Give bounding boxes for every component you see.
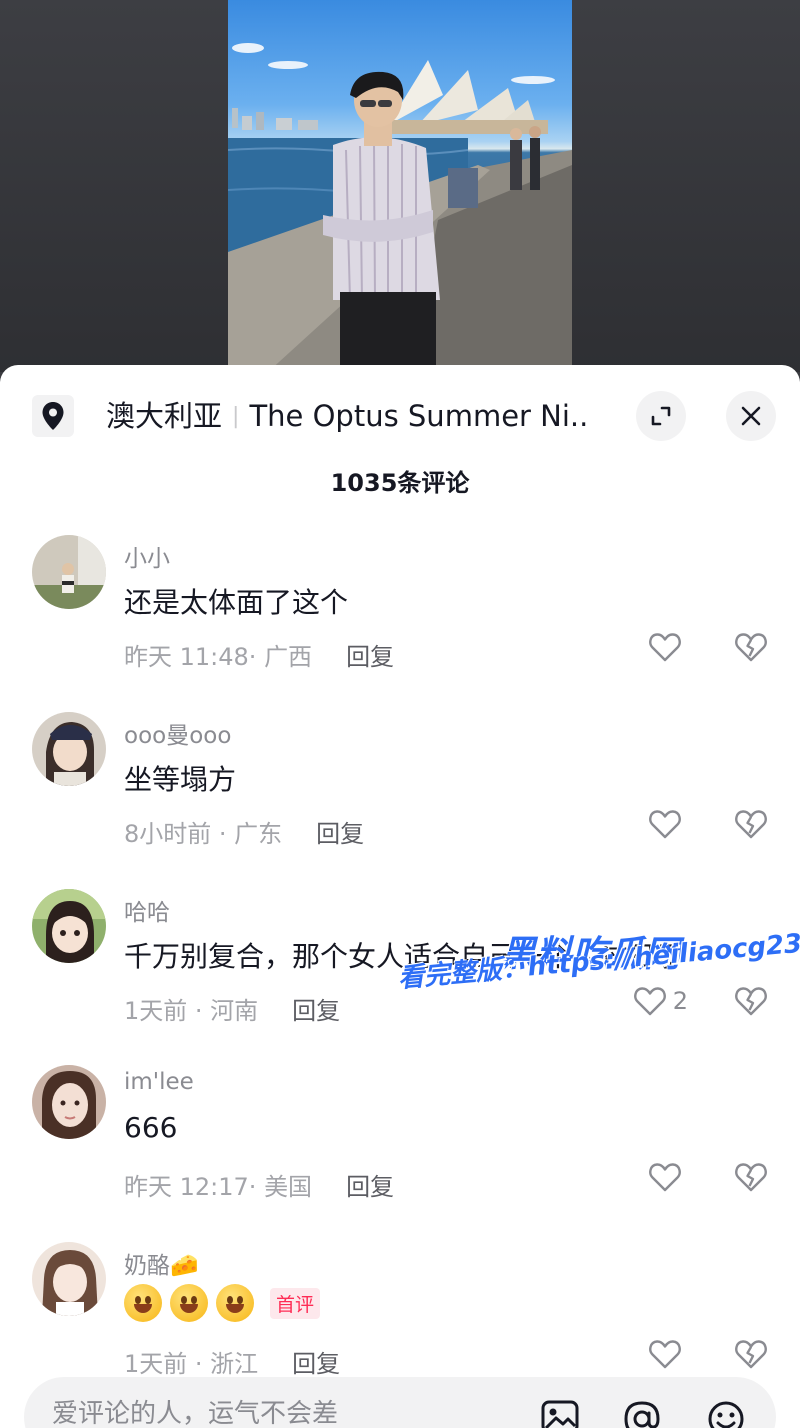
reply-button[interactable]: 回复 [316, 820, 364, 848]
like-count: 2 [672, 987, 688, 1015]
comment-text: 666 [124, 1111, 178, 1144]
comment-username[interactable]: 哈哈 [124, 893, 170, 927]
comment-meta: 8小时前 · 广东 回复 [124, 814, 364, 849]
meta-separator: · [248, 1173, 265, 1201]
image-button[interactable] [540, 1399, 580, 1428]
comment-region: 浙江 [210, 1350, 259, 1378]
comment-meta: 1天前 · 河南 回复 [124, 991, 340, 1026]
comment-text: 还是太体面了这个 [124, 586, 349, 619]
dislike-button[interactable] [734, 1161, 768, 1197]
heart-icon [633, 987, 666, 1016]
comment-meta: 昨天 12:17· 美国 回复 [124, 1167, 394, 1202]
meta-separator: · [211, 820, 235, 848]
reply-button[interactable]: 回复 [292, 997, 340, 1025]
broken-heart-icon [735, 1340, 767, 1369]
location-separator: | [232, 404, 240, 429]
grinning-emoji-icon [170, 1284, 208, 1322]
broken-heart-icon [735, 633, 767, 662]
like-button[interactable] [648, 1338, 688, 1370]
at-icon [624, 1401, 660, 1428]
reply-button[interactable]: 回复 [292, 1350, 340, 1378]
grinning-emoji-icon [216, 1284, 254, 1322]
meta-separator: · [248, 643, 265, 671]
location-pin-icon [32, 395, 74, 437]
emoji-button[interactable] [706, 1399, 746, 1428]
comment-username[interactable]: 奶酪🧀 [124, 1246, 199, 1280]
avatar[interactable] [32, 1065, 106, 1139]
avatar[interactable] [32, 712, 106, 786]
emoji-icon [708, 1401, 744, 1428]
comment-item: ooo曼ooo 坐等塌方 8小时前 · 广东 回复 [0, 712, 800, 888]
mention-button[interactable] [622, 1399, 662, 1428]
comment-region: 广东 [234, 820, 283, 848]
like-button[interactable] [648, 631, 688, 663]
dislike-button[interactable] [734, 631, 768, 667]
first-comment-badge: 首评 [270, 1287, 321, 1319]
like-button[interactable] [648, 808, 688, 840]
comment-region: 美国 [264, 1173, 313, 1201]
avatar[interactable] [32, 535, 106, 609]
comment-time: 8小时前 [124, 820, 212, 848]
comment-region: 广西 [264, 643, 313, 671]
comment-time: 1天前 [124, 1350, 188, 1378]
meta-separator: · [187, 1350, 211, 1378]
comment-username[interactable]: im'lee [124, 1069, 194, 1095]
comment-input-bar [24, 1377, 776, 1428]
comment-time: 昨天 12:17 [124, 1173, 249, 1201]
comment-username[interactable]: 小小 [124, 539, 170, 573]
location-secondary: The Optus Summer Ni... [249, 399, 586, 433]
sydney-opera-house-photo [228, 43, 572, 372]
dislike-button[interactable] [734, 1338, 768, 1374]
collapse-button[interactable] [636, 391, 686, 441]
comment-region: 河南 [210, 997, 259, 1025]
video-background [0, 0, 800, 372]
comment-input[interactable] [50, 1391, 534, 1428]
comments-sheet: 澳大利亚 | The Optus Summer Ni... 1035条评论 小小… [0, 365, 800, 1428]
comment-username[interactable]: ooo曼ooo [124, 716, 231, 750]
location-row[interactable]: 澳大利亚 | The Optus Summer Ni... [0, 365, 800, 465]
meta-separator: · [187, 997, 211, 1025]
close-icon [741, 406, 761, 426]
location-primary: 澳大利亚 [106, 399, 223, 433]
collapse-icon [651, 406, 671, 426]
dislike-button[interactable] [734, 985, 768, 1021]
avatar[interactable] [32, 889, 106, 963]
comment-count-title: 1035条评论 [330, 469, 470, 497]
broken-heart-icon [735, 810, 767, 839]
avatar[interactable] [32, 1242, 106, 1316]
comment-text: 首评 [124, 1284, 321, 1322]
dislike-button[interactable] [734, 808, 768, 844]
video-thumbnail[interactable] [228, 0, 572, 372]
comment-meta: 1天前 · 浙江 回复 [124, 1344, 340, 1379]
grinning-emoji-icon [124, 1284, 162, 1322]
heart-icon [649, 633, 681, 662]
broken-heart-icon [735, 1163, 767, 1192]
comment-time: 1天前 [124, 997, 188, 1025]
like-button[interactable] [648, 1161, 688, 1193]
close-button[interactable] [726, 391, 776, 441]
comment-item: im'lee 666 昨天 12:17· 美国 回复 [0, 1065, 800, 1241]
reply-button[interactable]: 回复 [346, 1173, 394, 1201]
reply-button[interactable]: 回复 [346, 643, 394, 671]
heart-icon [649, 810, 681, 839]
broken-heart-icon [735, 987, 767, 1016]
heart-icon [649, 1340, 681, 1369]
heart-icon [649, 1163, 681, 1192]
image-icon [541, 1400, 579, 1428]
comment-item: 小小 还是太体面了这个 昨天 11:48· 广西 回复 [0, 535, 800, 711]
comment-text: 坐等塌方 [124, 763, 237, 796]
comment-meta: 昨天 11:48· 广西 回复 [124, 637, 394, 672]
like-button[interactable]: 2 [633, 985, 688, 1017]
location-label[interactable]: 澳大利亚 | The Optus Summer Ni... [106, 395, 586, 437]
comment-time: 昨天 11:48 [124, 643, 249, 671]
